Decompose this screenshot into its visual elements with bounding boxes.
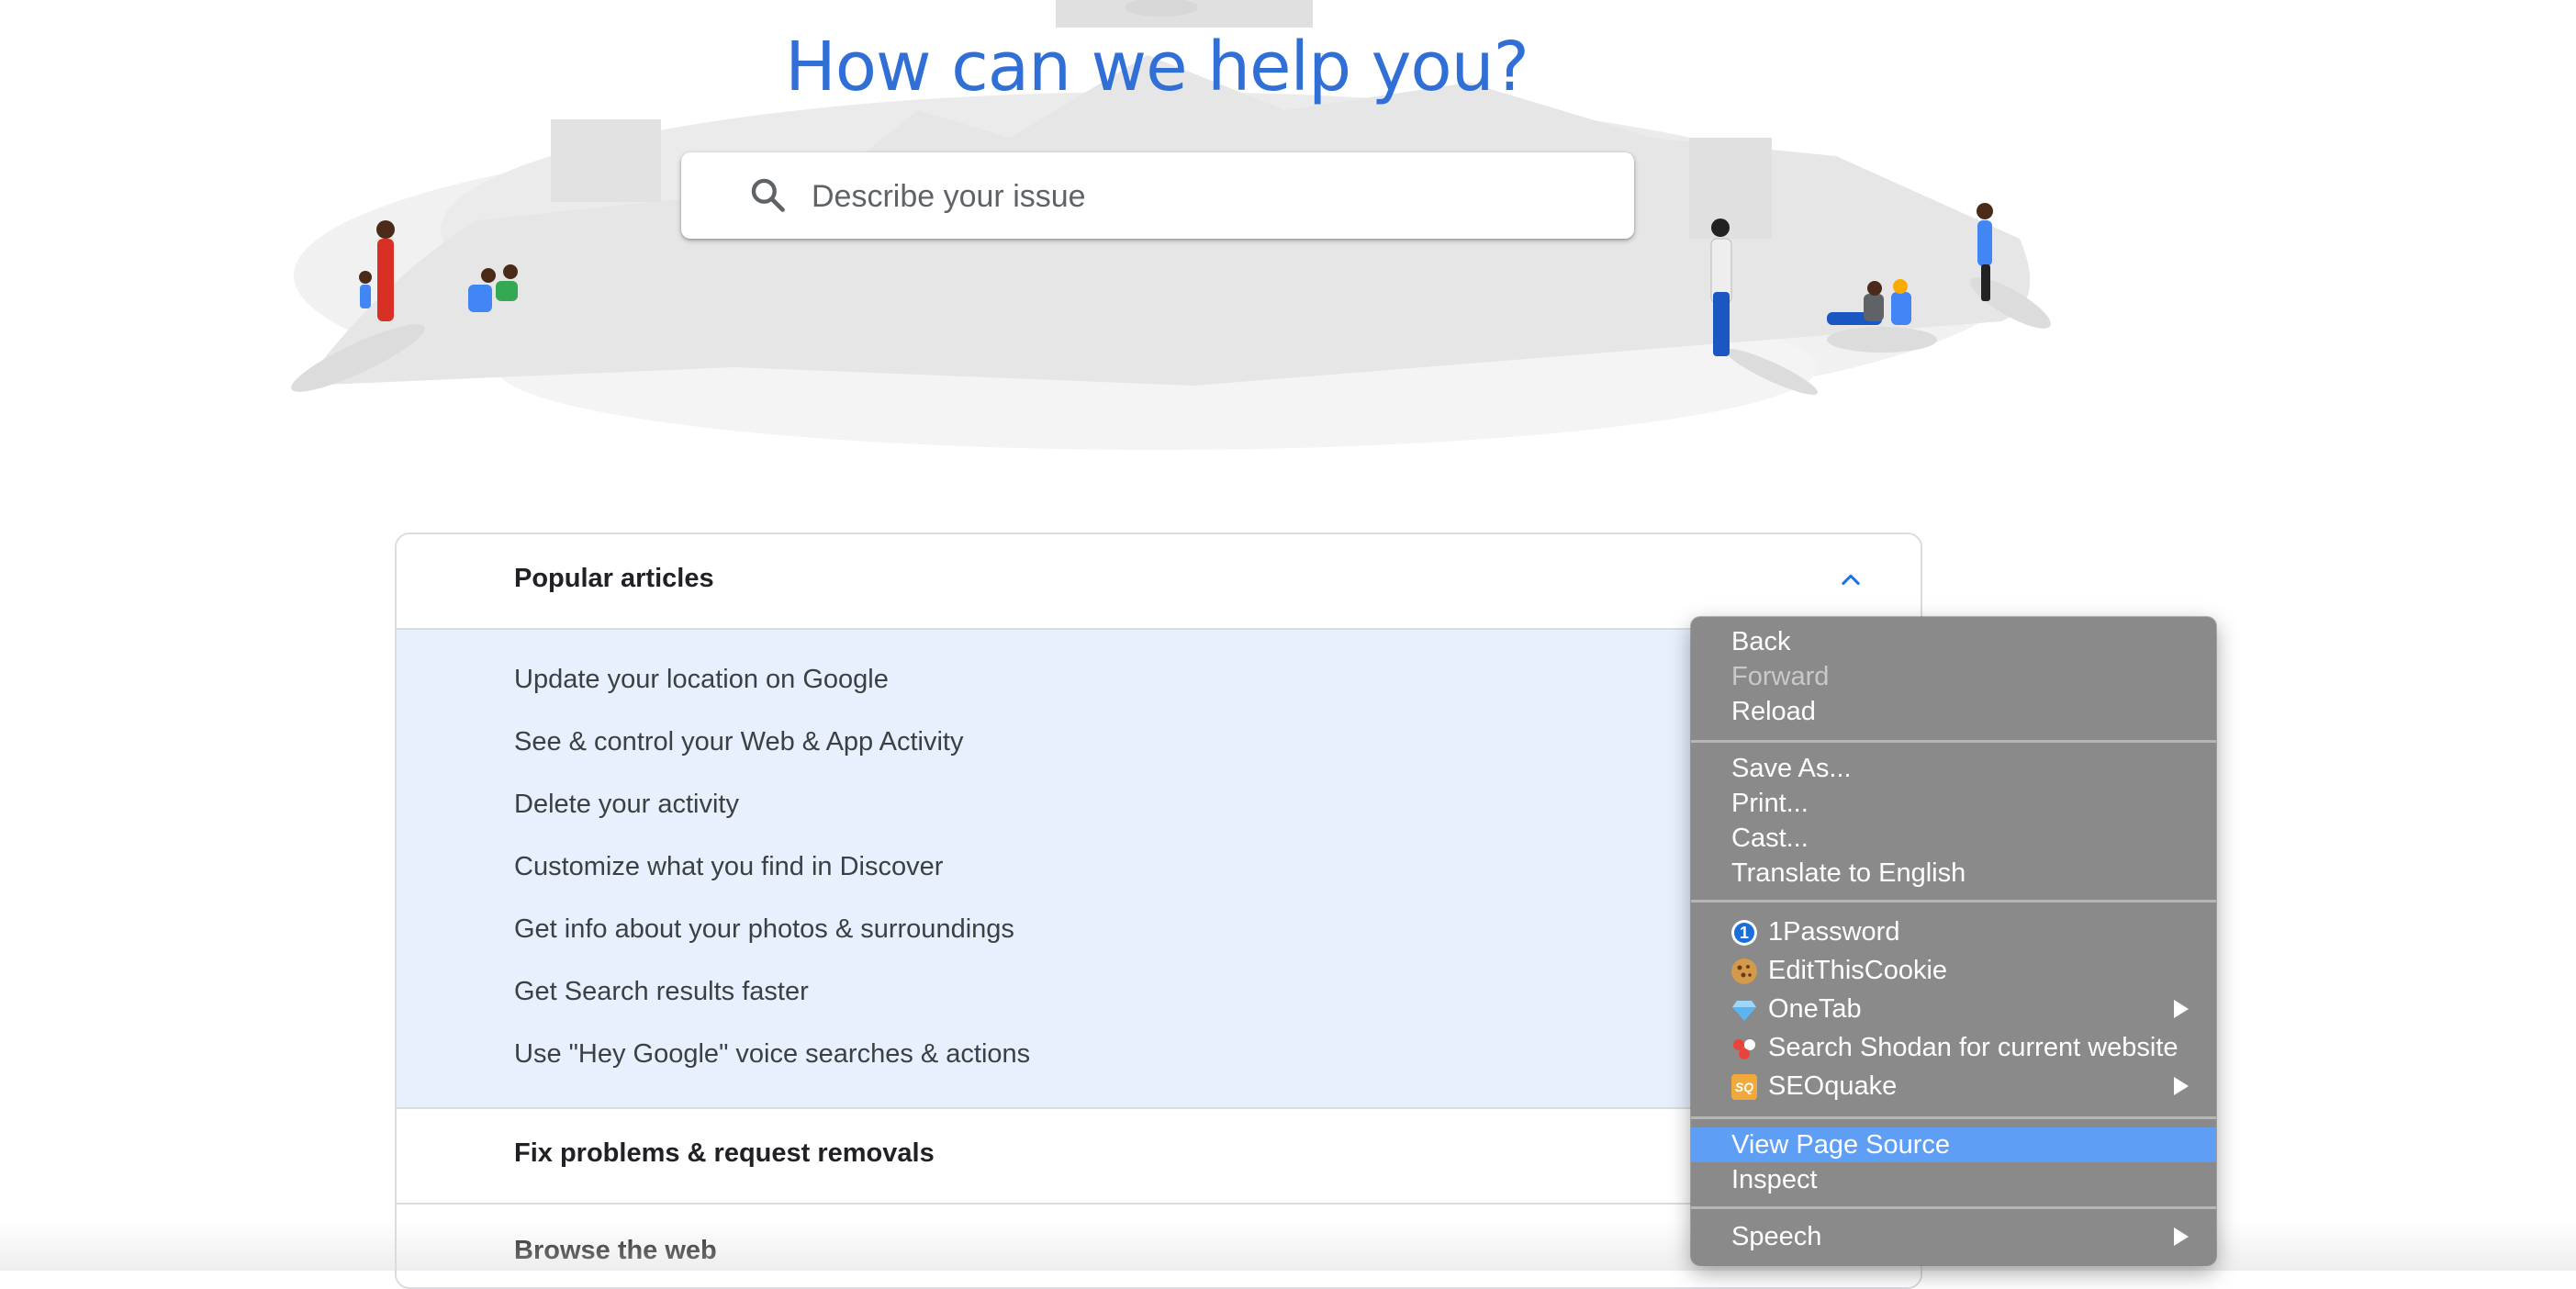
chevron-up-icon[interactable] bbox=[1838, 567, 1864, 593]
1password-icon: 1 bbox=[1731, 920, 1757, 946]
hero-banner: How can we help you? bbox=[0, 0, 2576, 477]
article-link[interactable]: Delete your activity bbox=[514, 790, 739, 820]
search-bar[interactable] bbox=[681, 152, 1634, 239]
cookie-icon bbox=[1731, 958, 1757, 984]
section-popular-articles[interactable]: Popular articles bbox=[397, 534, 1921, 630]
menu-item-speech[interactable]: Speech bbox=[1691, 1219, 2216, 1254]
figure-woman bbox=[377, 239, 394, 321]
page-title: How can we help you? bbox=[785, 28, 1529, 106]
menu-item-inspect[interactable]: Inspect bbox=[1691, 1162, 2216, 1197]
article-link[interactable]: Customize what you find in Discover bbox=[514, 852, 943, 882]
section-title: Browse the web bbox=[514, 1236, 717, 1265]
section-title: Popular articles bbox=[514, 564, 714, 593]
article-link[interactable]: Get info about your photos & surrounding… bbox=[514, 914, 1014, 945]
menu-item-translate[interactable]: Translate to English bbox=[1691, 856, 2216, 891]
shodan-icon bbox=[1731, 1036, 1757, 1061]
menu-item-shodan[interactable]: Search Shodan for current website bbox=[1691, 1030, 2216, 1065]
menu-separator bbox=[1691, 1206, 2216, 1209]
search-icon[interactable] bbox=[747, 174, 788, 215]
menu-separator bbox=[1691, 1116, 2216, 1119]
article-link[interactable]: Update your location on Google bbox=[514, 665, 889, 695]
menu-item-1password[interactable]: 1 1Password bbox=[1691, 914, 2216, 949]
article-link[interactable]: Get Search results faster bbox=[514, 977, 809, 1007]
menu-item-seoquake[interactable]: SQ SEOquake bbox=[1691, 1069, 2216, 1104]
section-title: Fix problems & request removals bbox=[514, 1138, 935, 1168]
onetab-icon bbox=[1731, 997, 1757, 1023]
menu-item-cast[interactable]: Cast... bbox=[1691, 821, 2216, 856]
submenu-arrow-icon bbox=[2174, 1000, 2189, 1018]
menu-item-reload[interactable]: Reload bbox=[1691, 694, 2216, 729]
submenu-arrow-icon bbox=[2174, 1227, 2189, 1246]
menu-item-view-page-source[interactable]: View Page Source bbox=[1691, 1127, 2216, 1162]
menu-item-editthiscookie[interactable]: EditThisCookie bbox=[1691, 953, 2216, 988]
context-menu: Back Forward Reload Save As... Print... … bbox=[1691, 617, 2216, 1265]
menu-item-print[interactable]: Print... bbox=[1691, 786, 2216, 821]
menu-item-onetab[interactable]: OneTab bbox=[1691, 992, 2216, 1026]
article-link[interactable]: See & control your Web & App Activity bbox=[514, 727, 964, 757]
menu-item-save-as[interactable]: Save As... bbox=[1691, 751, 2216, 786]
search-input[interactable] bbox=[810, 167, 1603, 226]
menu-separator bbox=[1691, 900, 2216, 902]
menu-separator bbox=[1691, 740, 2216, 743]
article-link[interactable]: Use "Hey Google" voice searches & action… bbox=[514, 1039, 1030, 1070]
menu-item-forward: Forward bbox=[1731, 662, 1830, 691]
submenu-arrow-icon bbox=[2174, 1077, 2189, 1095]
menu-item-back[interactable]: Back bbox=[1691, 624, 2216, 659]
seoquake-icon: SQ bbox=[1731, 1074, 1757, 1100]
